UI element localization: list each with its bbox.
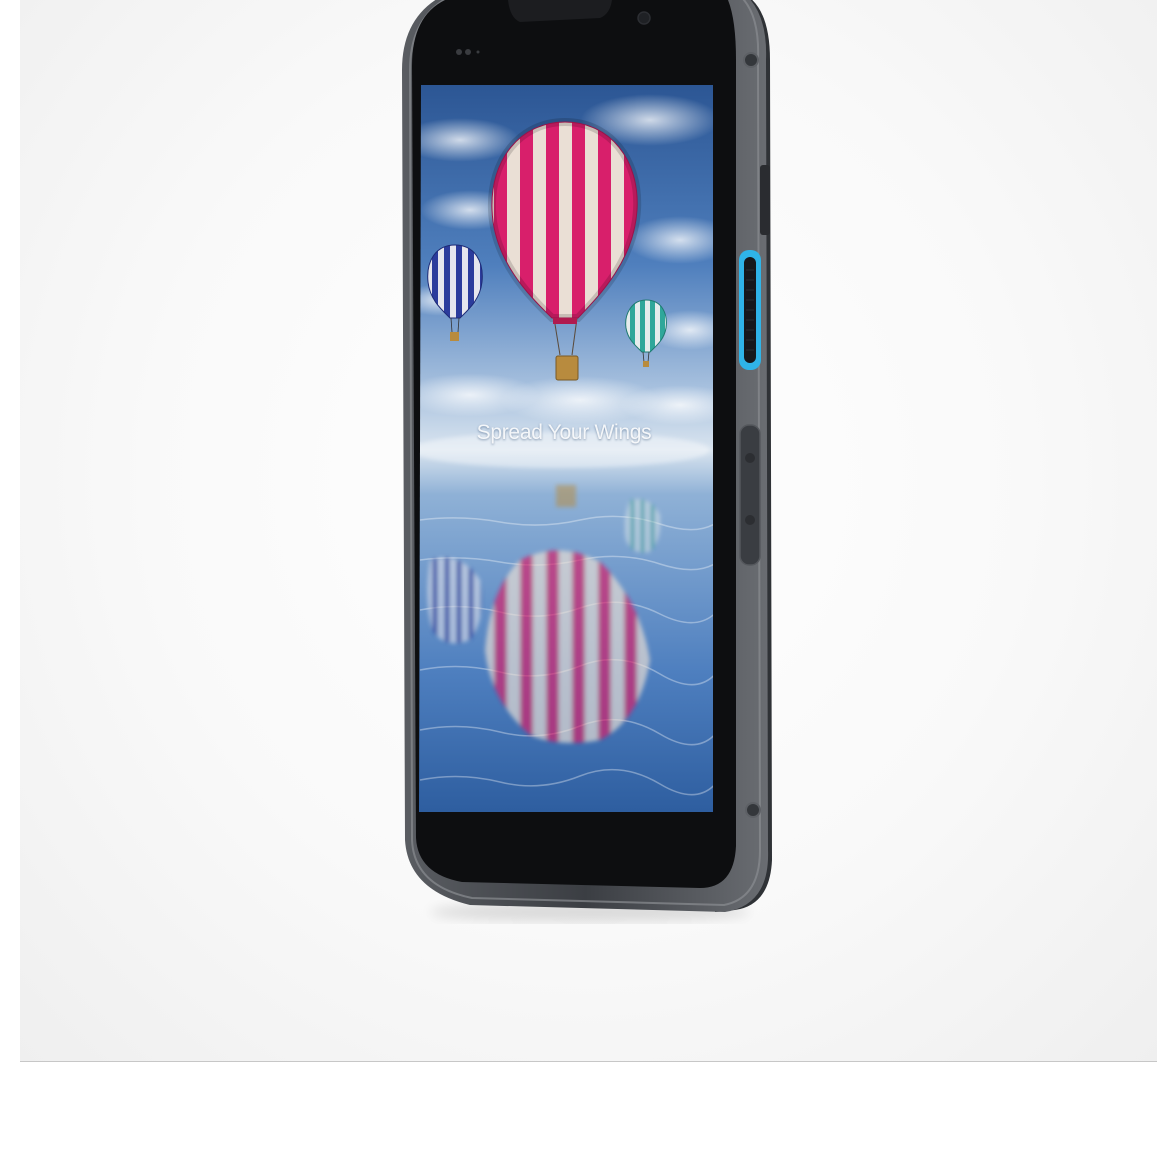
screw-bottom: [745, 802, 761, 818]
side-keys[interactable]: [739, 424, 761, 566]
wallpaper-caption: Spread Your Wings: [476, 421, 652, 444]
phone-screen: [419, 85, 713, 812]
screw-top: [743, 52, 759, 68]
volume-key[interactable]: [760, 165, 770, 235]
front-camera-icon: [637, 11, 651, 25]
proximity-sensor-icon: [456, 49, 462, 55]
rugged-phone: [402, 0, 772, 922]
